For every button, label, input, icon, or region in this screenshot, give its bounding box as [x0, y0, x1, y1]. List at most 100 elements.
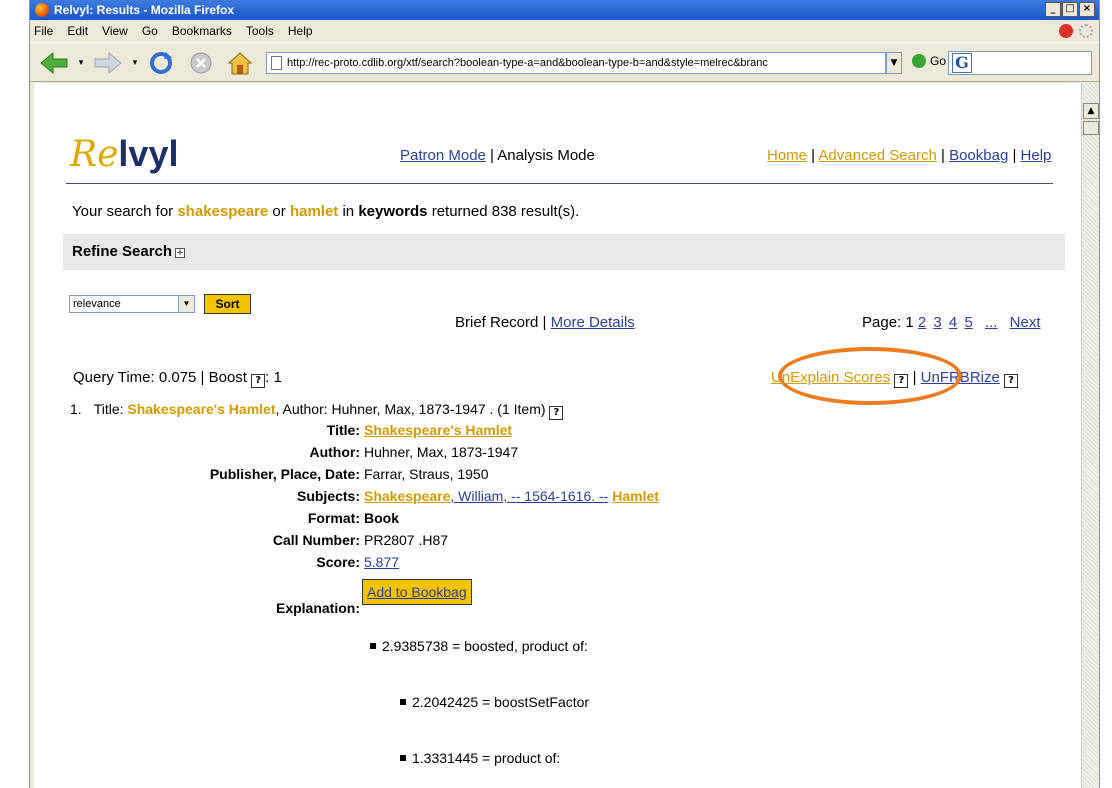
- go-button[interactable]: Go: [912, 54, 946, 68]
- page-4-link[interactable]: 4: [949, 314, 957, 331]
- menu-bookmarks[interactable]: Bookmarks: [172, 24, 232, 38]
- help-icon[interactable]: ?: [894, 374, 909, 388]
- field-value: Farrar, Straus, 1950: [364, 466, 489, 482]
- vertical-scrollbar[interactable]: ▲: [1081, 83, 1099, 788]
- add-to-bookbag-button[interactable]: Add to Bookbag: [362, 579, 472, 605]
- sort-button[interactable]: Sort: [204, 294, 251, 314]
- title-bar[interactable]: Relvyl: Results - Mozilla Firefox _ □ ×: [30, 0, 1099, 20]
- home-link[interactable]: Home: [767, 147, 807, 164]
- summary-in: in: [342, 203, 355, 220]
- stop-button[interactable]: [186, 49, 216, 77]
- menu-file[interactable]: File: [34, 24, 53, 38]
- help-link[interactable]: Help: [1021, 147, 1052, 164]
- mode-switch: Patron Mode | Analysis Mode: [400, 147, 595, 164]
- search-term-1: shakespeare: [177, 203, 269, 220]
- result-title-link[interactable]: Shakespeare's Hamlet: [127, 401, 275, 417]
- field-label: Subjects:: [296, 488, 360, 504]
- next-page-link[interactable]: Next: [1010, 314, 1041, 331]
- google-icon: G: [952, 53, 972, 73]
- bullet-icon: [370, 643, 376, 649]
- result-author: , Author: Huhner, Max, 1873-1947 . (1 It…: [275, 401, 546, 417]
- subject-highlight[interactable]: Shakespeare: [364, 488, 450, 504]
- subjects-link[interactable]: Shakespeare, William, -- 1564-1616. -- H…: [364, 488, 659, 504]
- field-value: Book: [364, 510, 399, 526]
- menu-edit[interactable]: Edit: [67, 24, 88, 38]
- explanation-text: 2.9385738 = boosted, product of:: [382, 638, 588, 654]
- stop-icon: [190, 52, 212, 74]
- page-more-link[interactable]: ...: [985, 314, 998, 331]
- patron-mode-link[interactable]: Patron Mode: [400, 147, 486, 164]
- query-info: Query Time: 0.075 | Boost ?: 1: [73, 369, 282, 388]
- window-title: Relvyl: Results - Mozilla Firefox: [54, 3, 235, 17]
- reload-icon: [150, 52, 172, 74]
- expand-icon[interactable]: +: [175, 248, 186, 258]
- unexplain-scores-link[interactable]: UnExplain Scores: [771, 369, 890, 386]
- result-number: 1.: [70, 401, 82, 417]
- address-history-dropdown[interactable]: ▼: [886, 52, 902, 74]
- menu-help[interactable]: Help: [288, 24, 313, 38]
- title-prefix: Title:: [93, 401, 124, 417]
- forward-history-dropdown[interactable]: ▾: [128, 49, 142, 77]
- relvyl-logo[interactable]: Relvyl: [70, 133, 178, 175]
- explanation-item: 2.2042425 = boostSetFactor: [400, 694, 589, 710]
- result-count: returned 838 result(s).: [431, 203, 580, 220]
- field-label: Call Number:: [272, 532, 360, 548]
- query-time: Query Time: 0.075 | Boost: [73, 369, 247, 386]
- help-icon[interactable]: ?: [251, 374, 266, 388]
- address-bar[interactable]: http://rec-proto.cdlib.org/xtf/search?bo…: [266, 52, 886, 74]
- field-row: Title: Shakespeare's Hamlet: [70, 422, 770, 444]
- explanation-item: 1.3331445 = product of:: [400, 750, 560, 766]
- sort-select-value: relevance: [73, 298, 121, 310]
- help-icon[interactable]: ?: [549, 406, 564, 420]
- home-button[interactable]: [224, 49, 256, 77]
- refine-search-bar[interactable]: Refine Search +: [63, 234, 1065, 270]
- bookbag-link[interactable]: Bookbag: [949, 147, 1008, 164]
- back-button[interactable]: [36, 49, 72, 77]
- chevron-down-icon: ▼: [178, 296, 194, 312]
- field-row: Format: Book: [70, 510, 770, 532]
- current-page: 1: [905, 314, 914, 331]
- explanation-text: 2.2042425 = boostSetFactor: [412, 694, 590, 710]
- explain-controls: UnExplain Scores ? | UnFRBRize ?: [771, 369, 1018, 388]
- menu-tools[interactable]: Tools: [246, 24, 274, 38]
- menu-view[interactable]: View: [102, 24, 128, 38]
- scroll-up-button[interactable]: ▲: [1083, 103, 1099, 119]
- forward-button[interactable]: [90, 49, 126, 77]
- page-3-link[interactable]: 3: [933, 314, 941, 331]
- field-value: PR2807 .H87: [364, 532, 449, 548]
- explanation-item: 2.9385738 = boosted, product of:: [370, 638, 588, 654]
- subject-rest[interactable]: , William, -- 1564-1616. --: [450, 488, 608, 504]
- advanced-search-link[interactable]: Advanced Search: [818, 147, 936, 164]
- field-row: Call Number: PR2807 .H87: [70, 532, 770, 554]
- subject-highlight-2[interactable]: Hamlet: [612, 488, 659, 504]
- help-icon[interactable]: ?: [1004, 374, 1018, 388]
- reload-button[interactable]: [146, 49, 176, 77]
- search-term-2: hamlet: [289, 203, 339, 220]
- page-label: Page:: [862, 314, 902, 331]
- top-nav: Home | Advanced Search | Bookbag | Help: [767, 147, 1052, 164]
- field-title-link[interactable]: Shakespeare's Hamlet: [364, 422, 512, 438]
- more-details-link[interactable]: More Details: [551, 314, 635, 331]
- google-search-box[interactable]: G: [948, 51, 1092, 75]
- score-link[interactable]: 5.877: [364, 554, 399, 570]
- logo-suffix: lvyl: [118, 133, 179, 174]
- summary-or: or: [272, 203, 286, 220]
- minimize-button[interactable]: _: [1045, 2, 1061, 17]
- sort-select[interactable]: relevance ▼: [69, 295, 195, 313]
- back-history-dropdown[interactable]: ▾: [74, 49, 88, 77]
- maximize-button[interactable]: □: [1062, 2, 1078, 17]
- add-to-bookbag-label: Add to Bookbag: [367, 584, 467, 600]
- analysis-mode-label: Analysis Mode: [497, 147, 595, 164]
- unfrbrize-link[interactable]: UnFRBRize: [921, 369, 1000, 386]
- firefox-icon: [35, 3, 49, 17]
- refine-search-label: Refine Search: [72, 243, 173, 260]
- search-summary: Your search for shakespeare or hamlet in…: [72, 203, 579, 220]
- scroll-thumb[interactable]: [1083, 121, 1099, 135]
- field-row: Publisher, Place, Date: Farrar, Straus, …: [70, 466, 770, 488]
- menu-bar: File Edit View Go Bookmarks Tools Help: [30, 20, 1099, 42]
- close-button[interactable]: ×: [1079, 2, 1095, 17]
- page-5-link[interactable]: 5: [964, 314, 972, 331]
- home-icon: [227, 52, 253, 75]
- page-2-link[interactable]: 2: [918, 314, 926, 331]
- menu-go[interactable]: Go: [142, 24, 158, 38]
